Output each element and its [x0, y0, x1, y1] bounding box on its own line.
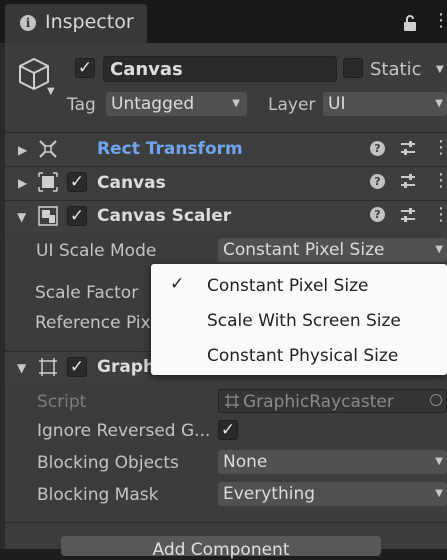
checkmark-icon: ✓	[170, 274, 185, 294]
presets-icon[interactable]	[400, 173, 416, 193]
rect-transform-foldout-arrow[interactable]: ▶	[18, 143, 27, 157]
dropdown-option-label: Constant Physical Size	[207, 346, 399, 366]
blocking-mask-dropdown[interactable]: Everything ▼	[218, 482, 447, 506]
component-menu-icon[interactable]: ⋮	[432, 204, 447, 225]
canvas-enabled-checkbox[interactable]: ✓	[67, 172, 87, 192]
component-menu-icon[interactable]: ⋮	[432, 170, 447, 191]
lock-icon[interactable]	[402, 14, 418, 36]
tag-value: Untagged	[111, 94, 195, 114]
tab-menu-icon[interactable]: ⋮	[432, 10, 447, 31]
script-label: Script	[37, 392, 87, 412]
blocking-mask-caret: ▼	[435, 488, 443, 499]
graphic-raycaster-icon	[38, 357, 58, 381]
dropdown-option-label: Constant Pixel Size	[207, 276, 369, 296]
help-icon[interactable]: ?	[370, 141, 385, 156]
layer-dropdown[interactable]: UI ▼	[323, 92, 447, 116]
canvas-scaler-foldout-arrow[interactable]: ▼	[17, 210, 26, 224]
dropdown-option-label: Scale With Screen Size	[207, 311, 401, 331]
layer-caret: ▼	[435, 98, 443, 109]
help-icon[interactable]: ?	[370, 207, 385, 222]
object-name-text: Canvas	[110, 59, 183, 80]
blocking-objects-label: Blocking Objects	[37, 453, 179, 473]
static-dropdown-caret[interactable]: ▼	[436, 64, 444, 75]
info-icon: i	[20, 15, 36, 31]
dropdown-option-constant-physical-size[interactable]: Constant Physical Size	[151, 339, 447, 372]
gameobject-cube-icon	[17, 56, 51, 96]
graphic-raycaster-enabled-checkbox[interactable]: ✓	[67, 357, 87, 377]
scale-mode-dropdown-menu: ✓ Constant Pixel Size Scale With Screen …	[151, 264, 447, 375]
tag-caret: ▼	[232, 98, 240, 109]
ui-scale-mode-value: Constant Pixel Size	[223, 240, 385, 260]
graphic-raycaster-foldout-arrow[interactable]: ▼	[17, 361, 26, 375]
tag-dropdown[interactable]: Untagged ▼	[106, 92, 247, 116]
script-file-icon	[225, 393, 239, 412]
ui-scale-mode-label: UI Scale Mode	[36, 241, 157, 261]
blocking-mask-label: Blocking Mask	[37, 485, 159, 505]
ignore-reversed-label: Ignore Reversed G...	[37, 421, 211, 441]
object-name-field[interactable]: Canvas	[103, 56, 337, 82]
layer-label: Layer	[268, 95, 316, 115]
canvas-scaler-enabled-checkbox[interactable]: ✓	[67, 206, 87, 226]
rect-transform-title[interactable]: Rect Transform	[97, 139, 243, 159]
add-component-label: Add Component	[152, 540, 290, 560]
divider	[5, 522, 447, 523]
canvas-scaler-title: Canvas Scaler	[97, 206, 232, 226]
blocking-objects-value: None	[223, 452, 268, 472]
icon-dropdown-caret[interactable]: ▼	[47, 86, 55, 97]
help-icon[interactable]: ?	[370, 174, 385, 189]
ignore-reversed-checkbox[interactable]: ✓	[218, 420, 238, 440]
canvas-scaler-icon	[38, 206, 58, 230]
script-field: GraphicRaycaster	[218, 389, 447, 413]
canvas-component-icon	[38, 172, 58, 196]
scale-factor-label: Scale Factor	[35, 283, 139, 303]
add-component-button[interactable]: Add Component	[61, 536, 381, 560]
canvas-title: Canvas	[97, 173, 166, 193]
rect-transform-icon	[38, 139, 58, 163]
static-label: Static	[370, 59, 422, 80]
dropdown-option-scale-with-screen-size[interactable]: Scale With Screen Size	[151, 304, 447, 337]
object-picker-icon	[430, 394, 442, 406]
layer-value: UI	[328, 94, 346, 114]
presets-icon[interactable]	[400, 140, 416, 160]
ui-scale-mode-caret: ▼	[435, 244, 443, 255]
reference-pixels-label: Reference Pix	[35, 313, 151, 333]
script-value: GraphicRaycaster	[243, 392, 394, 412]
canvas-foldout-arrow[interactable]: ▶	[18, 176, 27, 190]
dropdown-option-constant-pixel-size[interactable]: ✓ Constant Pixel Size	[151, 269, 447, 302]
static-checkbox[interactable]	[343, 58, 363, 78]
blocking-mask-value: Everything	[223, 484, 316, 504]
tag-label: Tag	[67, 95, 96, 115]
active-checkbox[interactable]: ✓	[75, 58, 95, 78]
component-menu-icon[interactable]: ⋮	[432, 137, 447, 158]
blocking-objects-caret: ▼	[435, 456, 443, 467]
ui-scale-mode-dropdown[interactable]: Constant Pixel Size ▼	[218, 238, 447, 262]
presets-icon[interactable]	[400, 207, 416, 227]
blocking-objects-dropdown[interactable]: None ▼	[218, 450, 447, 474]
inspector-tab-title: Inspector	[45, 11, 134, 33]
